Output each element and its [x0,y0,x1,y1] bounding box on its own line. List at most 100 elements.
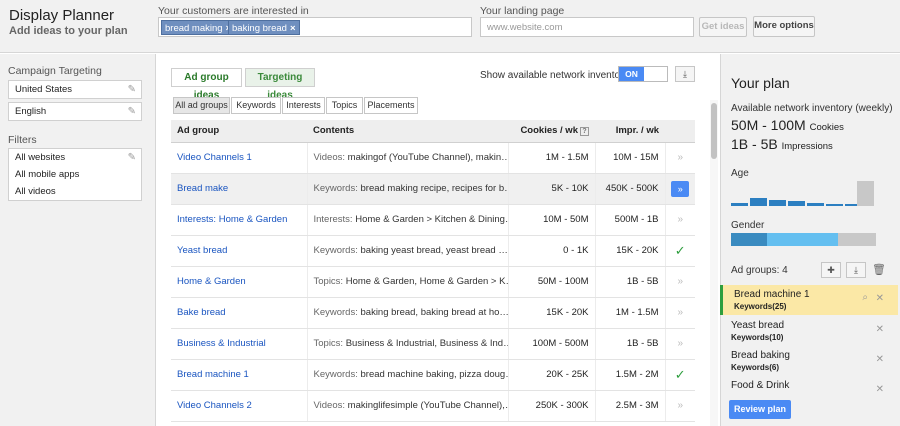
ad-group-link[interactable]: Video Channels 1 [171,142,308,174]
remove-icon[interactable]: ✕ [876,384,884,395]
targeting-location[interactable]: United States ✎ [8,80,142,99]
impressions-cell: 1B - 5B [595,266,666,298]
table-row[interactable]: Interests: Home & Garden Interests: Home … [171,204,695,236]
pencil-icon[interactable]: ✎ [128,149,136,166]
ad-group-link[interactable]: Video Channels 2 [171,390,308,422]
table-row[interactable]: Bread make Keywords: bread making recipe,… [171,173,695,205]
gender-segment [838,233,876,246]
table-row[interactable]: Video Channels 1 Videos: makingof (YouTub… [171,142,695,174]
table-scrollbar-thumb[interactable] [711,103,717,159]
landing-page-input[interactable] [480,17,694,37]
column-contents[interactable]: Contents [307,120,508,143]
plan-item-keywords: Keywords(25) [734,302,787,311]
download-button[interactable]: ⤓ [675,66,695,82]
chip-remove-icon[interactable]: × [290,23,296,34]
chip-bread-making[interactable]: bread making× [161,20,236,35]
trash-icon[interactable]: 🗑 [872,263,886,276]
chevron-right-icon[interactable]: » [677,307,683,318]
subtab-topics[interactable]: Topics [326,97,363,114]
checkmark-icon: ✓ [674,242,686,258]
chevron-right-icon[interactable]: » [677,276,683,287]
customers-label: Your customers are interested in [158,5,309,17]
row-action[interactable]: » [665,204,695,236]
download-plan-button[interactable]: ⤓ [846,262,866,278]
chevron-right-icon[interactable]: » [677,152,683,163]
chevron-right-icon[interactable]: » [677,214,683,225]
row-action[interactable]: ✓ [665,359,695,391]
column-cookies[interactable]: Cookies / wk? [508,120,595,143]
table-row[interactable]: Business & Industrial Topics: Business & … [171,328,695,360]
pencil-icon[interactable]: ✎ [128,103,136,120]
contents-cell: Topics: Home & Garden, Home & Garden > K… [307,266,509,298]
plan-item[interactable]: Bread baking Keywords(6) ✕ [720,346,898,376]
remove-icon[interactable]: ✕ [876,293,884,304]
plan-item-name: Bread machine 1 [734,289,810,300]
table-row[interactable]: Yeast bread Keywords: baking yeast bread,… [171,235,695,267]
contents-cell: Videos: makingof (YouTube Channel), maki… [307,142,509,174]
row-action[interactable]: » [665,297,695,329]
contents-cell: Videos: makinglifesimple (YouTube Channe… [307,390,509,422]
row-action[interactable]: » [665,173,695,205]
ad-group-link[interactable]: Bread make [171,173,308,205]
top-bar: Display Planner Add ideas to your plan Y… [0,0,900,53]
ad-group-link[interactable]: Interests: Home & Garden [171,204,308,236]
pencil-icon[interactable]: ✎ [128,81,136,98]
review-plan-button[interactable]: Review plan [729,400,791,419]
inventory-toggle[interactable]: ON [618,66,668,82]
gender-chart [731,233,876,246]
contents-cell: Keywords: bread making recipe, recipes f… [307,173,509,205]
subtab-keywords[interactable]: Keywords [231,97,281,114]
column-impressions[interactable]: Impr. / wk [595,120,665,143]
filter-videos: All videos [15,186,56,197]
table-row[interactable]: Bread machine 1 Keywords: bread machine b… [171,359,695,391]
plan-item-name: Bread baking [731,350,790,361]
row-action[interactable]: » [665,328,695,360]
plan-item-name: Food & Drink [731,380,790,391]
row-action[interactable]: ✓ [665,235,695,267]
search-icon[interactable]: ⌕ [862,292,868,303]
impressions-cell: 500M - 1B [595,204,666,236]
plus-icon: ✚ [827,265,835,275]
ad-group-link[interactable]: Home & Garden [171,266,308,298]
campaign-targeting-label: Campaign Targeting [8,65,102,77]
row-action[interactable]: » [665,142,695,174]
row-action[interactable]: » [665,266,695,298]
landing-page-label: Your landing page [480,5,565,17]
add-ad-group-button[interactable]: ✚ [821,262,841,278]
row-action[interactable]: » [665,390,695,422]
targeting-language[interactable]: English ✎ [8,102,142,121]
ad-group-link[interactable]: Bake bread [171,297,308,329]
app-subtitle: Add ideas to your plan [9,25,128,37]
cookies-cell: 50M - 100M [508,266,596,298]
ad-group-link[interactable]: Bread machine 1 [171,359,308,391]
ad-group-link[interactable]: Yeast bread [171,235,308,267]
ad-group-link[interactable]: Business & Industrial [171,328,308,360]
table-row[interactable]: Video Channels 2 Videos: makinglifesimple… [171,390,695,422]
get-ideas-button[interactable]: Get ideas [699,17,747,37]
contents-cell: Topics: Business & Industrial, Business … [307,328,509,360]
subtab-interests[interactable]: Interests [282,97,325,114]
tab-targeting-ideas[interactable]: Targeting ideas [245,68,315,101]
table-row[interactable]: Home & Garden Topics: Home & Garden, Home… [171,266,695,298]
customers-input[interactable]: bread making× baking bread× [158,17,472,37]
subtab-placements[interactable]: Placements [364,97,418,114]
subtab-all-ad-groups[interactable]: All ad groups [173,97,230,114]
filters-box[interactable]: All websites ✎ All mobile apps All videos [8,148,142,201]
remove-icon[interactable]: ✕ [876,354,884,365]
contents-cell: Interests: Home & Garden > Kitchen & Din… [307,204,509,236]
column-action [665,120,695,143]
table-row[interactable]: Bake bread Keywords: baking bread, baking… [171,297,695,329]
tab-ad-group-ideas[interactable]: Ad group ideas [171,68,242,101]
remove-icon[interactable]: ✕ [876,324,884,335]
help-icon[interactable]: ? [580,127,589,137]
chevron-right-icon[interactable]: » [677,338,683,349]
cookies-cell: 20K - 25K [508,359,596,391]
plan-item[interactable]: Bread machine 1 Keywords(25) ⌕ ✕ [720,285,898,315]
add-to-plan-icon[interactable]: » [671,180,690,197]
column-ad-group[interactable]: Ad group [171,120,307,143]
plan-item[interactable]: Yeast bread Keywords(10) ✕ [720,316,898,346]
chevron-right-icon[interactable]: » [677,400,683,411]
impressions-cell: 1.5M - 2M [595,359,666,391]
more-options-button[interactable]: More options [753,16,815,37]
chip-baking-bread[interactable]: baking bread × [228,20,300,35]
